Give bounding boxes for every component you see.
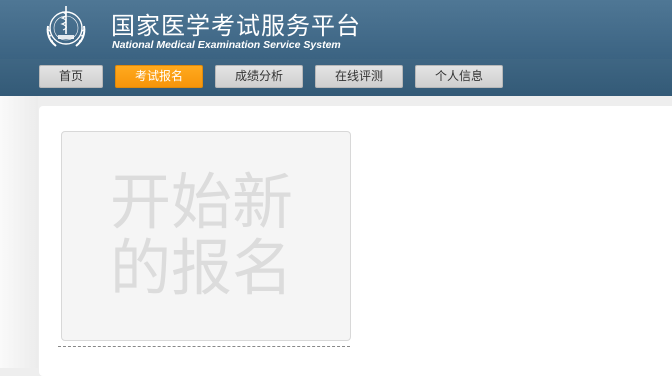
section-divider: [58, 346, 350, 347]
nav-personal-info-button[interactable]: 个人信息: [415, 65, 503, 88]
new-registration-card[interactable]: 开始新 的报名: [61, 131, 351, 341]
left-margin: [0, 96, 38, 368]
nav-exam-registration-button[interactable]: 考试报名: [115, 65, 203, 88]
header-bar: 国家医学考试服务平台 National Medical Examination …: [0, 0, 672, 59]
nav-online-assessment-button[interactable]: 在线评测: [315, 65, 403, 88]
new-registration-label: 开始新 的报名: [110, 170, 310, 302]
medical-emblem-icon: [46, 6, 86, 47]
site-subtitle: National Medical Examination Service Sys…: [112, 39, 341, 51]
main-nav: 首页 考试报名 成绩分析 在线评测 个人信息: [0, 59, 672, 96]
nav-score-analysis-button[interactable]: 成绩分析: [215, 65, 303, 88]
nav-home-button[interactable]: 首页: [39, 65, 103, 88]
site-title: 国家医学考试服务平台: [111, 12, 361, 40]
new-registration-line2: 的报名: [110, 233, 294, 304]
new-registration-line1: 开始新: [110, 167, 294, 238]
